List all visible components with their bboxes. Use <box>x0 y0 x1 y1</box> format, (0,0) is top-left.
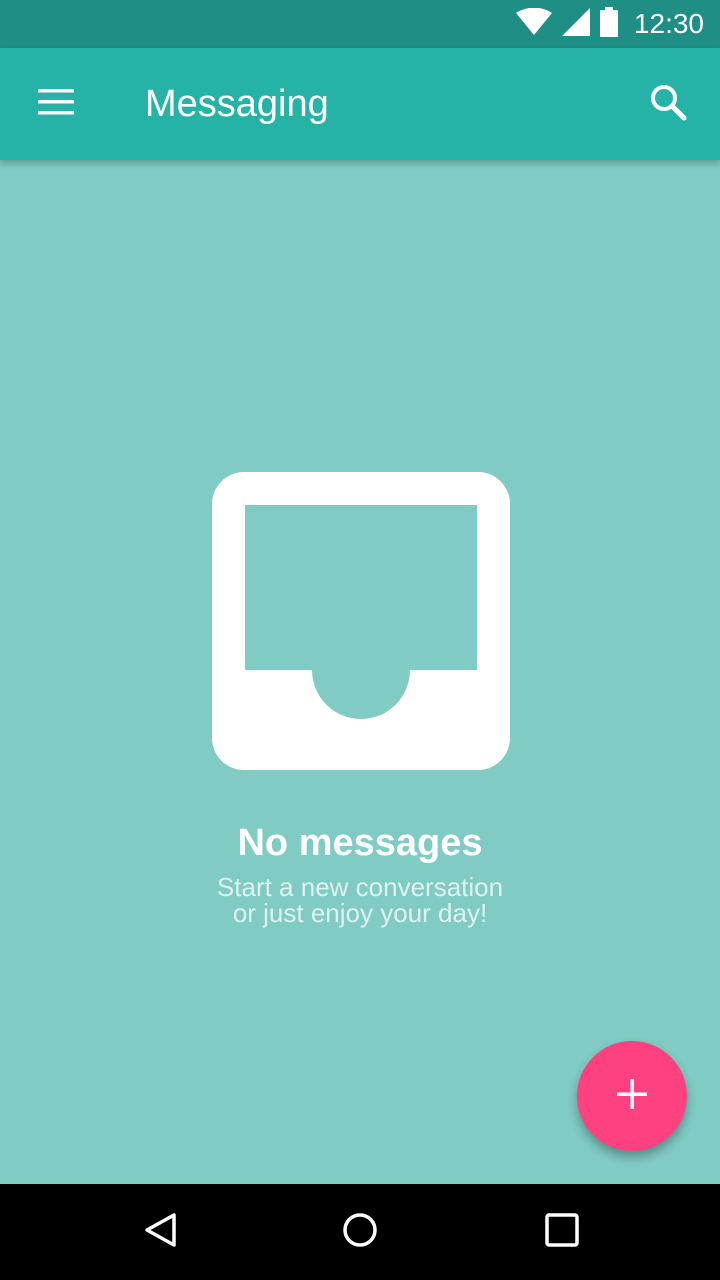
system-nav-bar <box>0 1184 720 1280</box>
inbox-icon <box>212 472 510 770</box>
home-icon <box>342 1212 378 1253</box>
search-button[interactable] <box>640 76 696 132</box>
status-time: 12:30 <box>633 8 704 39</box>
empty-state-subtitle-line2: or just enjoy your day! <box>232 898 488 928</box>
wifi-icon <box>515 7 552 41</box>
recents-icon <box>545 1212 579 1252</box>
plus-icon <box>617 1078 647 1114</box>
app-title: Messaging <box>145 83 329 125</box>
empty-state-subtitle-line1: Start a new conversation <box>216 872 504 902</box>
cell-signal-icon <box>561 7 590 41</box>
home-button[interactable] <box>312 1184 408 1280</box>
search-icon <box>649 83 687 126</box>
messaging-screen: 12:30 Messaging No messages Start a new … <box>0 0 720 1280</box>
back-icon <box>143 1212 177 1253</box>
empty-state-subtitle: Start a new conversation or just enjoy y… <box>0 874 720 926</box>
menu-button[interactable] <box>24 76 88 132</box>
recents-button[interactable] <box>514 1184 610 1280</box>
new-conversation-fab[interactable] <box>577 1041 687 1151</box>
empty-state-title: No messages <box>237 822 483 864</box>
battery-icon <box>599 6 618 42</box>
status-bar: 12:30 <box>0 0 720 48</box>
hamburger-menu-icon <box>38 88 74 120</box>
back-button[interactable] <box>112 1184 208 1280</box>
app-bar: Messaging <box>0 48 720 160</box>
status-icons: 12:30 <box>515 0 704 48</box>
